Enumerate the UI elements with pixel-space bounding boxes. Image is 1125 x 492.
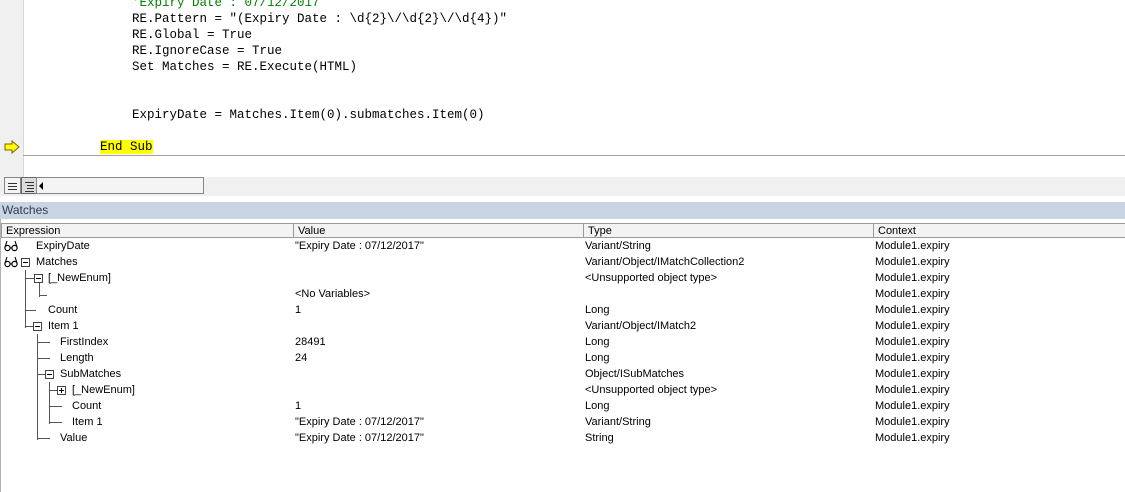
horizontal-scrollbar[interactable] bbox=[36, 177, 204, 194]
expression-cell: [_NewEnum] bbox=[48, 272, 111, 284]
watch-row[interactable]: Matches Variant/Object/IMatchCollection2… bbox=[1, 254, 1125, 270]
expression-cell: [_NewEnum] bbox=[72, 384, 135, 396]
scroll-left-icon[interactable] bbox=[39, 182, 43, 190]
expression-cell: Value bbox=[60, 432, 88, 444]
context-cell: Module1.expiry bbox=[875, 272, 950, 284]
value-cell[interactable]: 1 bbox=[295, 302, 301, 318]
watch-row[interactable]: FirstIndex 28491 Long Module1.expiry bbox=[1, 334, 1125, 350]
watch-row[interactable]: Count 1 Long Module1.expiry bbox=[1, 398, 1125, 414]
yellow-arrow-icon bbox=[4, 140, 20, 154]
expression-cell: Count bbox=[72, 400, 102, 412]
context-cell: Module1.expiry bbox=[875, 432, 950, 444]
context-cell: Module1.expiry bbox=[875, 256, 950, 268]
type-cell: Object/ISubMatches bbox=[585, 368, 685, 380]
watch-row[interactable]: Item 1 Variant/Object/IMatch2 Module1.ex… bbox=[1, 318, 1125, 334]
tree-line bbox=[26, 310, 36, 311]
expression-cell: Length bbox=[60, 352, 94, 364]
value-cell[interactable]: <No Variables> bbox=[295, 286, 370, 302]
expand-icon[interactable] bbox=[57, 386, 66, 395]
type-cell: <Unsupported object type> bbox=[585, 384, 718, 396]
type-cell: Variant/String bbox=[585, 240, 651, 252]
watch-row[interactable]: <No Variables> Module1.expiry bbox=[1, 286, 1125, 302]
code-line[interactable]: RE.Global = True bbox=[132, 27, 252, 43]
watch-row[interactable]: Length 24 Long Module1.expiry bbox=[1, 350, 1125, 366]
execution-highlight: End Sub bbox=[100, 140, 153, 154]
tree-line bbox=[38, 342, 50, 343]
type-cell: String bbox=[585, 432, 614, 444]
watches-window[interactable]: Expression Value Type Context ExpiryDate… bbox=[0, 219, 1125, 492]
expression-cell: ExpiryDate bbox=[36, 240, 90, 252]
glasses-icon bbox=[4, 256, 18, 268]
tree-line bbox=[50, 422, 62, 423]
context-cell: Module1.expiry bbox=[875, 384, 950, 396]
tree-line bbox=[38, 358, 50, 359]
collapse-icon[interactable] bbox=[34, 274, 43, 283]
tree-line bbox=[38, 438, 50, 439]
watch-row[interactable]: ExpiryDate "Expiry Date : 07/12/2017" Va… bbox=[1, 238, 1125, 254]
context-cell: Module1.expiry bbox=[875, 368, 950, 380]
type-cell: Variant/Object/IMatch2 bbox=[585, 320, 697, 332]
expression-cell: Matches bbox=[36, 256, 78, 268]
type-cell: Long bbox=[585, 336, 610, 348]
glasses-icon bbox=[4, 240, 18, 252]
type-cell: Long bbox=[585, 400, 610, 412]
watches-title-bar[interactable]: Watches bbox=[0, 202, 1125, 219]
code-line[interactable]: Set Matches = RE.Execute(HTML) bbox=[132, 59, 357, 75]
expression-cell: FirstIndex bbox=[60, 336, 109, 348]
tree-line bbox=[39, 295, 47, 296]
value-cell[interactable]: 28491 bbox=[295, 334, 326, 350]
value-cell[interactable]: 24 bbox=[295, 350, 307, 366]
watch-row[interactable]: [_NewEnum] <Unsupported object type> Mod… bbox=[1, 270, 1125, 286]
collapse-icon[interactable] bbox=[45, 370, 54, 379]
context-cell: Module1.expiry bbox=[875, 240, 950, 252]
expression-cell: Count bbox=[48, 304, 78, 316]
watches-header: Expression Value Type Context bbox=[1, 223, 1125, 238]
editor-bottom-bar bbox=[0, 177, 1125, 196]
code-line[interactable]: RE.IgnoreCase = True bbox=[132, 43, 282, 59]
expression-cell: Item 1 bbox=[48, 320, 79, 332]
code-line-comment[interactable]: 'Expiry Date : 07/12/2017 bbox=[132, 0, 320, 11]
code-editor[interactable]: 'Expiry Date : 07/12/2017 RE.Pattern = "… bbox=[0, 0, 1125, 177]
watch-row[interactable]: Count 1 Long Module1.expiry bbox=[1, 302, 1125, 318]
tree-line bbox=[50, 406, 62, 407]
watch-row[interactable]: SubMatches Object/ISubMatches Module1.ex… bbox=[1, 366, 1125, 382]
column-header-type[interactable]: Type bbox=[584, 223, 874, 238]
procedure-view-button[interactable] bbox=[4, 177, 21, 194]
column-header-expression[interactable]: Expression bbox=[1, 223, 294, 238]
watch-row[interactable]: Value "Expiry Date : 07/12/2017" String … bbox=[1, 430, 1125, 446]
type-cell: Long bbox=[585, 352, 610, 364]
type-cell: Variant/Object/IMatchCollection2 bbox=[585, 256, 745, 268]
tree-line bbox=[26, 278, 34, 279]
value-cell[interactable]: "Expiry Date : 07/12/2017" bbox=[295, 238, 424, 254]
column-header-context[interactable]: Context bbox=[874, 223, 1125, 238]
context-cell: Module1.expiry bbox=[875, 304, 950, 316]
collapse-icon[interactable] bbox=[33, 322, 42, 331]
type-cell: <Unsupported object type> bbox=[585, 272, 718, 284]
type-cell: Long bbox=[585, 304, 610, 316]
expression-cell: SubMatches bbox=[60, 368, 122, 380]
tree-line bbox=[50, 390, 57, 391]
tree-line bbox=[38, 374, 45, 375]
context-cell: Module1.expiry bbox=[875, 416, 950, 428]
context-cell: Module1.expiry bbox=[875, 352, 950, 364]
watch-row[interactable]: [_NewEnum] <Unsupported object type> Mod… bbox=[1, 382, 1125, 398]
context-cell: Module1.expiry bbox=[875, 288, 950, 300]
type-cell: Variant/String bbox=[585, 416, 651, 428]
procedure-separator bbox=[23, 155, 1125, 156]
value-cell[interactable]: "Expiry Date : 07/12/2017" bbox=[295, 414, 424, 430]
watch-row[interactable]: Item 1 "Expiry Date : 07/12/2017" Varian… bbox=[1, 414, 1125, 430]
code-line-current[interactable]: End Sub bbox=[100, 139, 153, 155]
collapse-icon[interactable] bbox=[21, 258, 30, 267]
context-cell: Module1.expiry bbox=[875, 336, 950, 348]
code-line[interactable]: RE.Pattern = "(Expiry Date : \d{2}\/\d{2… bbox=[132, 11, 507, 27]
value-cell[interactable]: "Expiry Date : 07/12/2017" bbox=[295, 430, 424, 446]
code-line[interactable]: ExpiryDate = Matches.Item(0).submatches.… bbox=[132, 107, 485, 123]
value-cell[interactable]: 1 bbox=[295, 398, 301, 414]
column-header-value[interactable]: Value bbox=[294, 223, 584, 238]
context-cell: Module1.expiry bbox=[875, 400, 950, 412]
context-cell: Module1.expiry bbox=[875, 320, 950, 332]
expression-cell: Item 1 bbox=[72, 416, 103, 428]
